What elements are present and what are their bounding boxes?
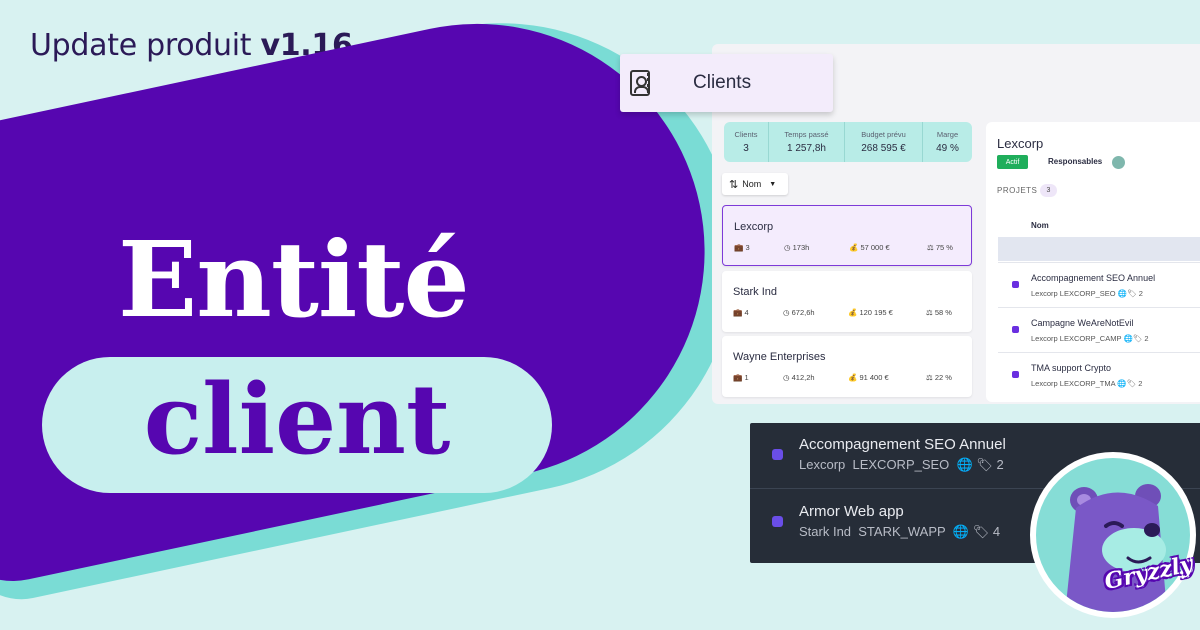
status-dot	[1012, 326, 1019, 333]
client-card[interactable]: Wayne Enterprises 💼 1 ◷ 412,2h 💰 91 400 …	[722, 336, 972, 397]
projets-label: PROJETS	[997, 186, 1038, 195]
briefcase-icon: 💼	[733, 308, 743, 317]
status-dot	[772, 449, 783, 460]
status-dot	[1012, 281, 1019, 288]
project-name: TMA support Crypto	[1031, 363, 1112, 373]
client-name: Lexcorp	[734, 221, 774, 233]
table-row[interactable]: TMA support Crypto Lexcorp LEXCORP_TMA 🌐…	[998, 352, 1200, 397]
project-name: Accompagnement SEO Annuel	[799, 436, 1006, 453]
globe-icon: 🌐	[952, 524, 970, 539]
tag-icon: 🏷	[976, 457, 993, 472]
project-name: Armor Web app	[799, 503, 904, 520]
status-badge: Actif	[997, 155, 1028, 169]
scale-icon: ⚖	[926, 308, 933, 317]
client-name: Stark Ind	[733, 286, 778, 298]
stat-time: Temps passé 1 257,8h	[769, 122, 845, 162]
briefcase-icon: 💼	[733, 373, 743, 382]
tag-icon: 🏷	[1132, 334, 1143, 343]
column-header-nom[interactable]: Nom	[1031, 221, 1049, 230]
globe-icon: 🌐	[1117, 379, 1127, 388]
sort-ascending-icon: ⇅	[729, 178, 739, 191]
stat-clients: Clients 3	[724, 122, 769, 162]
stats-bar: Clients 3 Temps passé 1 257,8h Budget pr…	[724, 122, 972, 162]
project-name: Campagne WeAreNotEvil	[1031, 318, 1134, 328]
stat-margin: Marge 49 %	[936, 130, 959, 154]
stat-budget: Budget prévu 268 595 €	[845, 122, 923, 162]
briefcase-icon: 💼	[734, 243, 744, 252]
client-card[interactable]: Lexcorp 💼 3 ◷ 173h 💰 57 000 € ⚖ 75 %	[722, 205, 972, 266]
responsables-label: Responsables	[1048, 157, 1103, 166]
bear-illustration	[1065, 484, 1167, 612]
scale-icon: ⚖	[927, 243, 934, 252]
client-name: Wayne Enterprises	[733, 351, 826, 363]
globe-icon: 🌐	[1123, 334, 1133, 343]
table-header-bar	[998, 237, 1200, 261]
clients-tab-label: Clients	[693, 72, 752, 93]
money-bag-icon: 💰	[849, 243, 859, 252]
money-bag-icon: 💰	[848, 373, 858, 382]
clock-icon: ◷	[784, 243, 791, 252]
update-label: Update produit	[30, 28, 252, 63]
money-bag-icon: 💰	[848, 308, 858, 317]
globe-icon: 🌐	[1117, 289, 1128, 298]
scale-icon: ⚖	[926, 373, 933, 382]
tag-icon: 🏷	[1127, 289, 1137, 298]
sort-label: Nom	[742, 179, 762, 189]
tag-icon: 🏷	[972, 524, 990, 539]
table-row[interactable]: Accompagnement SEO Annuel Lexcorp LEXCOR…	[998, 262, 1200, 307]
clients-tab[interactable]: Clients	[620, 54, 833, 112]
status-dot	[1012, 371, 1019, 378]
clock-icon: ◷	[783, 308, 790, 317]
sort-button[interactable]: ⇅ Nom ▼	[722, 173, 788, 195]
hero-title: Entité	[118, 218, 470, 341]
table-row[interactable]: Campagne WeAreNotEvil Lexcorp LEXCORP_CA…	[998, 307, 1200, 352]
tag-icon: 🏷	[1126, 379, 1137, 388]
hero-pill: client	[42, 357, 552, 493]
status-dot	[772, 516, 783, 527]
hero-subtitle: client	[143, 363, 451, 476]
client-card[interactable]: Stark Ind 💼 4 ◷ 672,6h 💰 120 195 € ⚖ 58 …	[722, 271, 972, 332]
detail-client-name: Lexcorp	[997, 136, 1044, 151]
globe-icon: 🌐	[956, 457, 973, 472]
avatar[interactable]	[1111, 155, 1126, 170]
project-name: Accompagnement SEO Annuel	[1031, 273, 1156, 283]
clock-icon: ◷	[783, 373, 790, 382]
caret-down-icon: ▼	[769, 180, 777, 188]
projets-count-badge: 3	[1040, 184, 1057, 197]
